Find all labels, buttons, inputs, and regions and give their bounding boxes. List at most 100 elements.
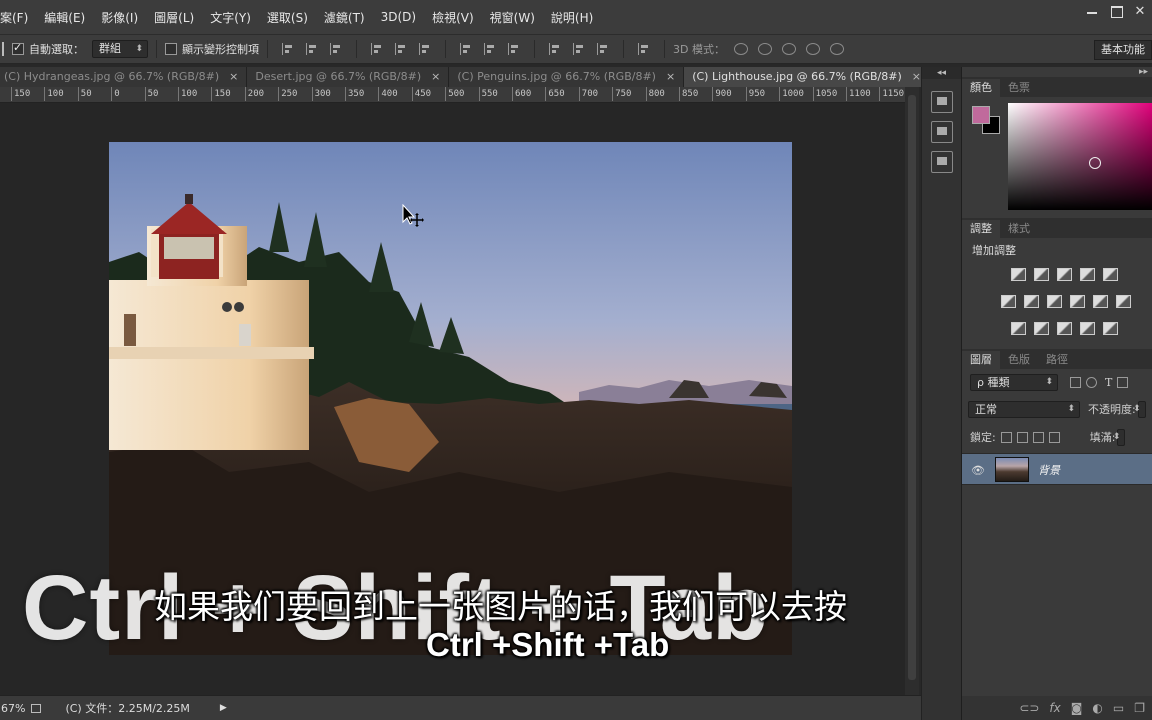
collapse-icon[interactable]: ◂◂: [922, 67, 961, 79]
layer-background[interactable]: 👁 背景: [962, 453, 1152, 485]
invert-icon[interactable]: [1008, 318, 1027, 337]
move-tool-icon[interactable]: [2, 42, 10, 56]
color-balance-icon[interactable]: [1021, 291, 1040, 310]
group-icon[interactable]: ▭: [1113, 701, 1124, 715]
menu-window[interactable]: 視窗(W): [482, 9, 543, 26]
color-lookup-icon[interactable]: [1113, 291, 1132, 310]
history-panel-icon[interactable]: [930, 91, 953, 113]
tab-paths[interactable]: 路徑: [1038, 351, 1076, 369]
maximize-icon[interactable]: [1104, 0, 1128, 24]
tab-styles[interactable]: 樣式: [1000, 220, 1038, 238]
black-white-icon[interactable]: [1044, 291, 1063, 310]
blend-mode-select[interactable]: 正常: [968, 400, 1080, 418]
workspace-button[interactable]: 基本功能: [1094, 40, 1152, 60]
zoom-level[interactable]: 67%: [1, 702, 25, 715]
auto-align-icon[interactable]: [638, 43, 650, 55]
align-top-icon[interactable]: [282, 43, 294, 55]
lock-all-icon[interactable]: [1048, 431, 1060, 443]
close-tab-icon[interactable]: ×: [431, 70, 440, 83]
tab-penguins[interactable]: (C) Penguins.jpg @ 66.7% (RGB/8#) ×: [449, 67, 685, 87]
align-vcenter-icon[interactable]: [306, 43, 318, 55]
export-icon[interactable]: [31, 703, 42, 713]
color-picker-field[interactable]: [1008, 103, 1152, 210]
drag-3d-icon[interactable]: [781, 43, 796, 55]
threshold-icon[interactable]: [1054, 318, 1073, 337]
tab-swatches[interactable]: 色票: [1000, 79, 1038, 97]
slide-3d-icon[interactable]: [805, 43, 820, 55]
close-tab-icon[interactable]: ×: [229, 70, 238, 83]
fx-icon[interactable]: fx: [1049, 701, 1060, 715]
roll-3d-icon[interactable]: [757, 43, 772, 55]
link-icon[interactable]: ⊂⊃: [1019, 701, 1039, 715]
lock-pixels-icon[interactable]: [1000, 431, 1012, 443]
menu-select[interactable]: 選取(S): [259, 9, 316, 26]
photo-filter-icon[interactable]: [1067, 291, 1086, 310]
align-hcenter-icon[interactable]: [395, 43, 407, 55]
foreground-color-swatch[interactable]: [972, 106, 990, 124]
distribute-left-icon[interactable]: [549, 43, 561, 55]
posterize-icon[interactable]: [1031, 318, 1050, 337]
opacity-input[interactable]: [1133, 400, 1146, 418]
tab-channels[interactable]: 色版: [1000, 351, 1038, 369]
align-left-icon[interactable]: [371, 43, 383, 55]
vertical-scrollbar[interactable]: [905, 87, 919, 695]
align-right-icon[interactable]: [419, 43, 431, 55]
close-tab-icon[interactable]: ×: [912, 70, 921, 83]
menu-3d[interactable]: 3D(D): [373, 10, 424, 24]
tab-color[interactable]: 顏色: [962, 79, 1000, 97]
menu-file[interactable]: 案(F): [0, 9, 36, 26]
lock-image-icon[interactable]: [1016, 431, 1028, 443]
gradient-map-icon[interactable]: [1077, 318, 1096, 337]
brightness-icon[interactable]: [1008, 264, 1027, 283]
filter-adjust-icon[interactable]: [1086, 376, 1097, 388]
distribute-bottom-icon[interactable]: [508, 43, 520, 55]
tab-adjustments[interactable]: 調整: [962, 220, 1000, 238]
curves-icon[interactable]: [1054, 264, 1073, 283]
properties-panel-icon[interactable]: [930, 121, 953, 143]
distribute-hcenter-icon[interactable]: [573, 43, 585, 55]
character-panel-icon[interactable]: [930, 151, 953, 173]
channel-mixer-icon[interactable]: [1090, 291, 1109, 310]
align-bottom-icon[interactable]: [330, 43, 342, 55]
scrollbar-thumb[interactable]: [908, 95, 916, 680]
distribute-top-icon[interactable]: [460, 43, 472, 55]
picker-handle[interactable]: [1089, 157, 1101, 169]
levels-icon[interactable]: [1031, 264, 1050, 283]
close-tab-icon[interactable]: ×: [666, 70, 675, 83]
scale-3d-icon[interactable]: [829, 43, 844, 55]
fill-input[interactable]: [1113, 428, 1126, 446]
minimize-icon[interactable]: [1080, 0, 1104, 24]
filter-shape-icon[interactable]: [1117, 376, 1129, 388]
collapse-panels-icon[interactable]: ▸▸: [1139, 67, 1148, 77]
auto-select-dropdown[interactable]: 群組: [92, 40, 148, 58]
selective-color-icon[interactable]: [1100, 318, 1119, 337]
status-menu-arrow-icon[interactable]: ▶: [220, 703, 227, 713]
distribute-vcenter-icon[interactable]: [484, 43, 496, 55]
adjustment-layer-icon[interactable]: ◐: [1092, 701, 1102, 715]
horizontal-ruler[interactable]: 150 100 50 0 50 100 150 200 250 300 350 400 450 500 55…: [0, 87, 905, 103]
filter-pixel-icon[interactable]: [1070, 376, 1081, 388]
layer-filter-select[interactable]: ρ 種類: [970, 373, 1058, 391]
tab-hydrangeas[interactable]: (C) Hydrangeas.jpg @ 66.7% (RGB/8#) ×: [0, 67, 248, 87]
menu-type[interactable]: 文字(Y): [202, 9, 259, 26]
menu-image[interactable]: 影像(I): [93, 9, 146, 26]
menu-filter[interactable]: 濾鏡(T): [316, 9, 373, 26]
mask-icon[interactable]: ◙: [1071, 701, 1083, 715]
hue-saturation-icon[interactable]: [998, 291, 1017, 310]
eye-icon[interactable]: 👁: [971, 464, 985, 477]
show-transform-checkbox[interactable]: [165, 43, 177, 55]
menu-layer[interactable]: 圖層(L): [146, 9, 202, 26]
auto-select-checkbox[interactable]: [12, 41, 24, 55]
tab-lighthouse[interactable]: (C) Lighthouse.jpg @ 66.7% (RGB/8#) ×: [684, 67, 930, 87]
distribute-right-icon[interactable]: [597, 43, 609, 55]
menu-edit[interactable]: 編輯(E): [36, 9, 93, 26]
close-icon[interactable]: ✕: [1128, 0, 1152, 24]
vibrance-icon[interactable]: [1100, 264, 1119, 283]
rotate-3d-icon[interactable]: [733, 43, 748, 55]
exposure-icon[interactable]: [1077, 264, 1096, 283]
tab-layers[interactable]: 圖層: [962, 351, 1000, 369]
lock-position-icon[interactable]: [1032, 431, 1044, 443]
filter-type-icon[interactable]: T: [1105, 376, 1112, 389]
menu-view[interactable]: 檢視(V): [424, 9, 482, 26]
menu-help[interactable]: 說明(H): [543, 9, 601, 26]
